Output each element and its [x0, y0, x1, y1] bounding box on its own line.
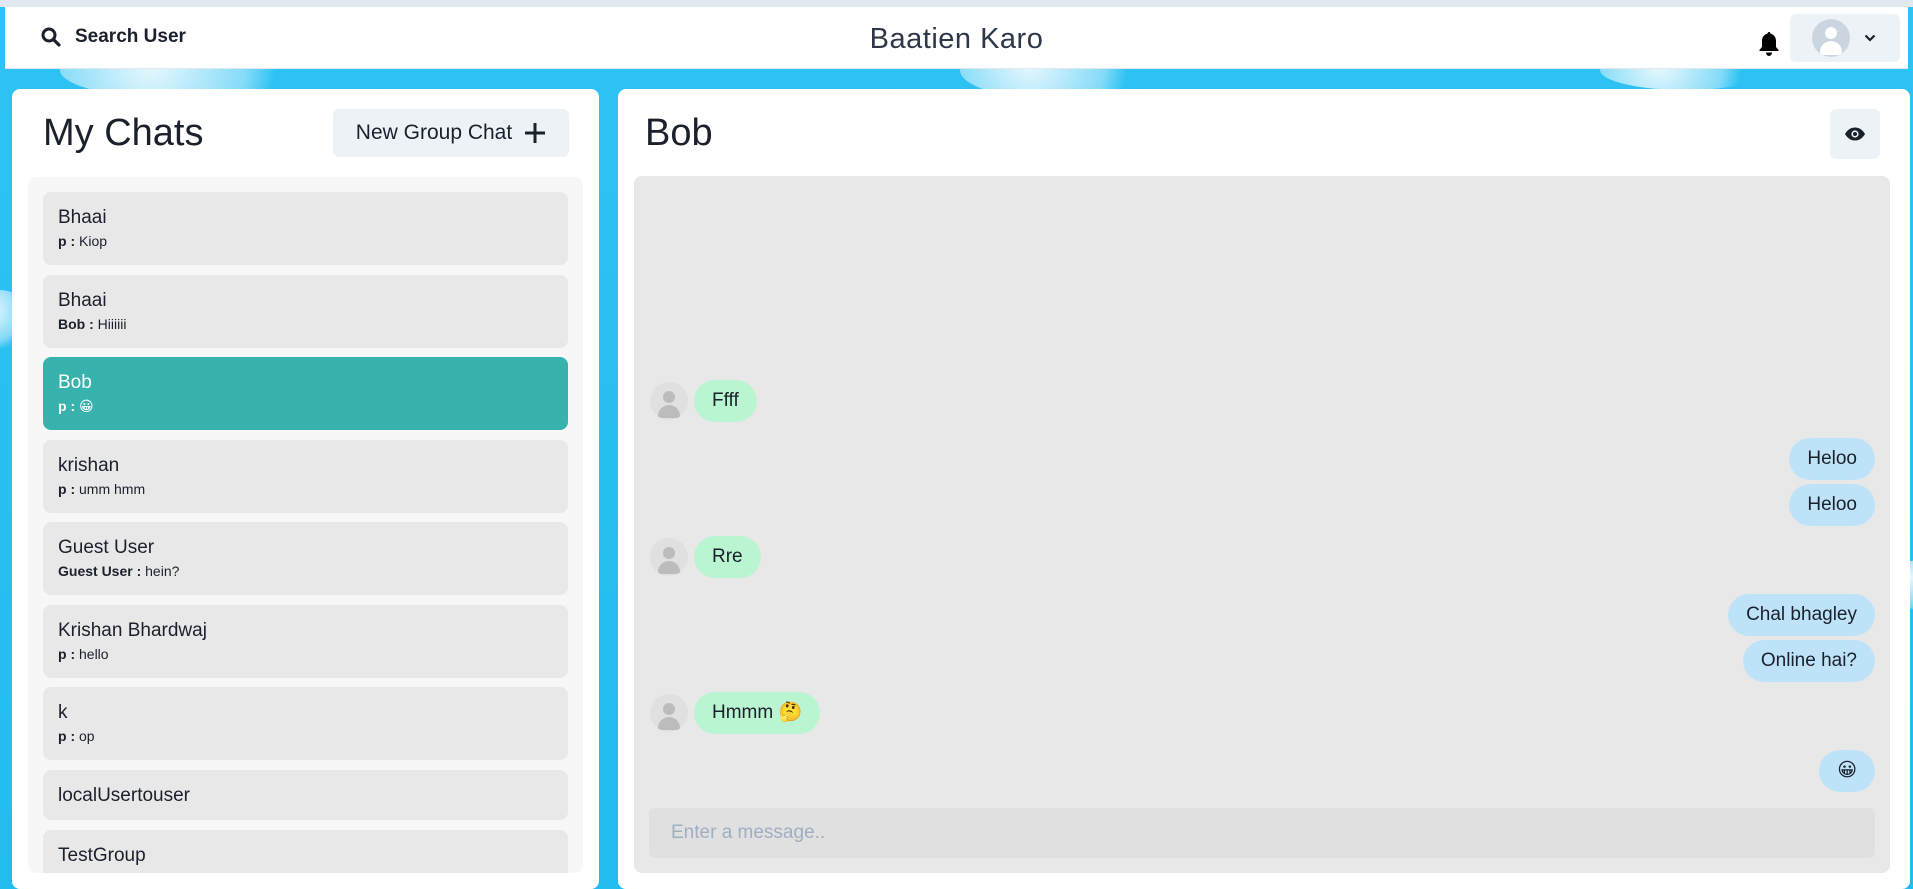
messages-area[interactable]: Ffff Heloo Heloo Rre Chal bhagley Online…: [634, 176, 1890, 873]
sender-avatar-icon[interactable]: [650, 538, 688, 576]
sender-avatar-icon[interactable]: [650, 382, 688, 420]
my-chats-panel: My Chats New Group Chat Bhaai p : Kiop B…: [12, 89, 599, 889]
chat-last-message: p : umm hmm: [58, 481, 553, 497]
message-row-incoming: Rre: [650, 536, 761, 578]
chat-name: krishan: [58, 455, 120, 476]
chat-last-text: hello: [79, 646, 109, 662]
chat-list-item[interactable]: krishan p : umm hmm: [43, 440, 568, 513]
plus-icon: [525, 123, 546, 143]
message-bubble: Chal bhagley: [1728, 594, 1875, 636]
message-row-outgoing: Chal bhagley: [1728, 594, 1875, 636]
chat-last-sender: p :: [58, 398, 76, 414]
chat-name: localUsertouser: [58, 785, 190, 806]
chat-list-item[interactable]: localUsertouser: [43, 770, 568, 820]
chat-name: Bhaai: [58, 290, 107, 311]
chat-last-text: 😀: [79, 398, 94, 414]
message-input[interactable]: [649, 808, 1875, 858]
message-bubble: Heloo: [1789, 484, 1875, 526]
view-profile-button[interactable]: [1830, 109, 1880, 159]
message-row-incoming: Hmmm 🤔: [650, 692, 821, 734]
chat-last-text: op: [79, 728, 95, 744]
chat-last-text: Kiop: [79, 233, 108, 249]
chat-last-message: p : hello: [58, 646, 553, 662]
chat-last-text: Hiiiiii: [97, 316, 127, 332]
chat-last-sender: p :: [58, 233, 76, 249]
chat-list-item[interactable]: k p : op: [43, 687, 568, 760]
my-chats-title: My Chats: [43, 112, 204, 154]
message-bubble: Online hai?: [1742, 640, 1875, 682]
chat-last-message: p : 😀: [58, 398, 553, 415]
chat-list-item[interactable]: Bhaai Bob : Hiiiiii: [43, 275, 568, 348]
chat-list[interactable]: Bhaai p : Kiop Bhaai Bob : Hiiiiii Bob p…: [28, 177, 583, 873]
message-bubble: 😀: [1819, 750, 1875, 792]
chat-last-message: p : Kiop: [58, 233, 553, 249]
chat-last-message: Bob : Hiiiiii: [58, 316, 553, 332]
chat-list-item-selected[interactable]: Bob p : 😀: [43, 357, 568, 430]
chat-name: Krishan Bhardwaj: [58, 620, 207, 641]
message-row-outgoing: Heloo: [1789, 484, 1875, 526]
chat-last-sender: Guest User :: [58, 563, 142, 579]
chat-last-sender: p :: [58, 481, 76, 497]
user-avatar-icon: [1812, 19, 1850, 57]
top-bar: Search User Baatien Karo: [5, 7, 1908, 69]
chat-list-item[interactable]: Guest User Guest User : hein?: [43, 522, 568, 595]
new-group-chat-label: New Group Chat: [355, 121, 513, 144]
new-group-chat-button[interactable]: New Group Chat: [333, 109, 569, 157]
sender-avatar-icon[interactable]: [650, 694, 688, 732]
message-bubble: Hmmm 🤔: [694, 692, 821, 734]
chat-panel: Bob Ffff Heloo Heloo Rre Chal bhagley On…: [618, 89, 1910, 889]
message-row-incoming: Ffff: [650, 380, 757, 422]
message-row-outgoing: Online hai?: [1742, 640, 1875, 682]
top-strip: [0, 0, 1913, 7]
chat-last-text: hein?: [145, 563, 180, 579]
chat-last-message: p : op: [58, 728, 553, 744]
chat-list-item[interactable]: TestGroup: [43, 830, 568, 873]
chevron-down-icon: [1864, 34, 1876, 42]
chat-last-sender: p :: [58, 728, 76, 744]
chat-list-item[interactable]: Bhaai p : Kiop: [43, 192, 568, 265]
chat-name: Bob: [58, 372, 92, 393]
message-bubble: Heloo: [1789, 438, 1875, 480]
chat-title: Bob: [645, 112, 713, 154]
chat-name: Guest User: [58, 537, 155, 558]
message-row-outgoing: 😀: [1819, 750, 1875, 792]
chat-list-item[interactable]: Krishan Bhardwaj p : hello: [43, 605, 568, 678]
app-title: Baatien Karo: [869, 23, 1044, 55]
bell-icon[interactable]: [1757, 31, 1781, 57]
chat-last-message: Guest User : hein?: [58, 563, 553, 579]
chat-name: Bhaai: [58, 207, 107, 228]
message-bubble: Ffff: [694, 380, 757, 422]
chat-last-sender: Bob :: [58, 316, 94, 332]
chat-name: k: [58, 702, 68, 723]
chat-last-sender: p :: [58, 646, 76, 662]
profile-menu-button[interactable]: [1790, 14, 1900, 62]
chat-name: TestGroup: [58, 845, 146, 866]
message-row-outgoing: Heloo: [1789, 438, 1875, 480]
chat-last-text: umm hmm: [79, 481, 146, 497]
message-bubble: Rre: [694, 536, 761, 578]
eye-icon: [1845, 127, 1865, 141]
